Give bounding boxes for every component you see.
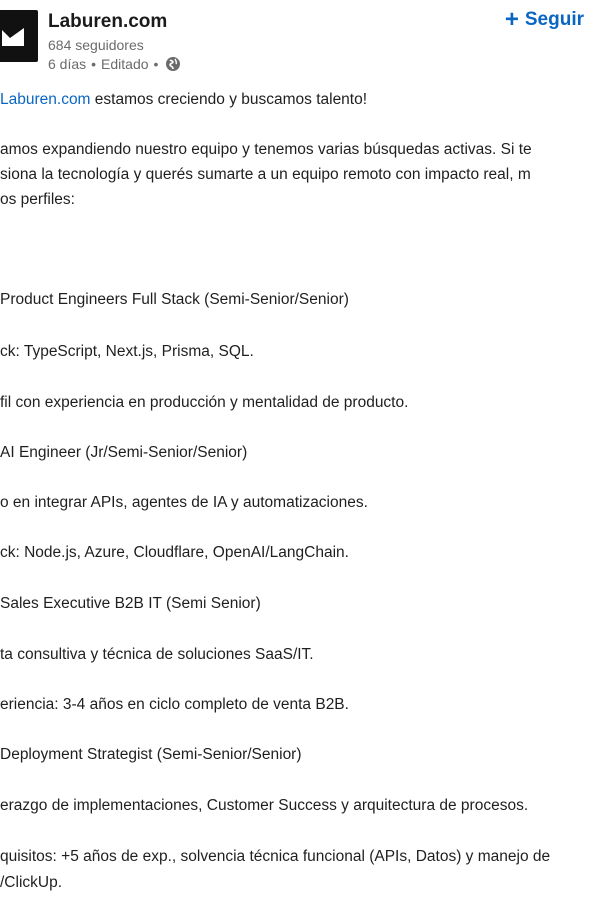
follow-button[interactable]: + Seguir: [505, 8, 584, 32]
company-link[interactable]: Laburen.com: [0, 91, 90, 108]
post-time: 6 días: [48, 56, 87, 72]
post-line: os perfiles:: [0, 191, 75, 208]
role-title: Product Engineers Full Stack (Semi-Senio…: [0, 291, 349, 308]
globe-icon: [165, 56, 181, 72]
post-line: /ClickUp.: [0, 874, 63, 891]
post-intro: Laburen.com estamos creciendo y buscamos…: [0, 90, 367, 110]
post-line: ta consultiva y técnica de soluciones Sa…: [0, 646, 314, 663]
intro-text: estamos creciendo y buscamos talento!: [90, 91, 368, 108]
post-line: siona la tecnología y querés sumarte a u…: [0, 166, 531, 183]
company-logo[interactable]: [0, 10, 38, 62]
company-name[interactable]: Laburen.com: [48, 11, 167, 33]
post-line: eriencia: 3-4 años en ciclo completo de …: [0, 696, 349, 713]
follow-label: Seguir: [524, 9, 584, 30]
meta-separator: •: [91, 56, 97, 72]
logo-mark-icon: [2, 28, 24, 46]
post-line: quisitos: +5 años de exp., solvencia téc…: [0, 848, 551, 865]
post-meta: 6 días • Editado •: [48, 56, 181, 72]
role-title: Sales Executive B2B IT (Semi Senior): [0, 595, 261, 612]
post-line: amos expandiendo nuestro equipo y tenemo…: [0, 141, 532, 158]
post-line: ck: TypeScript, Next.js, Prisma, SQL.: [0, 343, 254, 360]
post-line: fil con experiencia en producción y ment…: [0, 394, 409, 411]
role-title: Deployment Strategist (Semi-Senior/Senio…: [0, 746, 302, 763]
edited-label: Editado: [101, 56, 149, 72]
meta-separator: •: [153, 56, 159, 72]
plus-icon: +: [504, 6, 519, 33]
follower-count: 684 seguidores: [48, 37, 144, 53]
post-line: erazgo de implementaciones, Customer Suc…: [0, 797, 529, 814]
post-line: o en integrar APIs, agentes de IA y auto…: [0, 494, 368, 511]
role-title: AI Engineer (Jr/Semi-Senior/Senior): [0, 444, 248, 461]
post-line: ck: Node.js, Azure, Cloudflare, OpenAI/L…: [0, 544, 349, 561]
